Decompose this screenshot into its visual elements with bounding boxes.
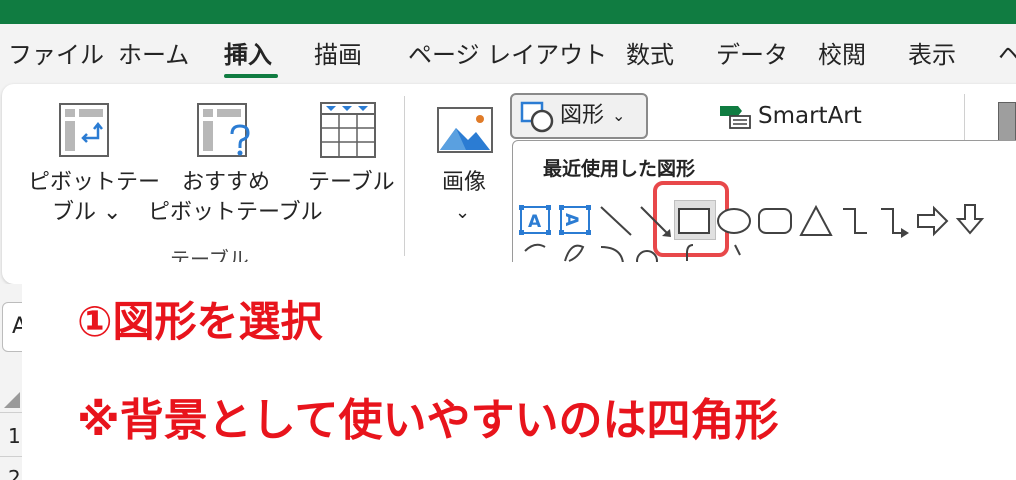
pivot-table-icon[interactable]	[54, 100, 114, 160]
arrow-line-shape-icon[interactable]	[640, 206, 671, 237]
picture-icon[interactable]	[436, 106, 494, 154]
textbox-glyph-v: A	[561, 213, 581, 227]
tab-data[interactable]: データ	[716, 40, 788, 70]
arc-shape-icon[interactable]	[600, 246, 624, 264]
shapes-icon	[520, 101, 554, 133]
textbox-vertical-icon[interactable]: A	[559, 205, 591, 235]
smartart-icon[interactable]	[718, 104, 754, 130]
right-arrow-shape-icon[interactable]	[917, 205, 949, 237]
tab-view[interactable]: 表示	[908, 40, 956, 70]
tab-formulas[interactable]: 数式	[626, 40, 674, 70]
oval-shape-icon[interactable]	[717, 208, 751, 234]
group-divider	[404, 96, 405, 256]
screenshot-icon[interactable]	[998, 102, 1016, 142]
bracket-shape-icon[interactable]	[734, 244, 741, 256]
tab-review[interactable]: 校閲	[818, 40, 866, 70]
active-tab-indicator	[224, 74, 278, 78]
freeform-shape-icon[interactable]	[524, 243, 546, 252]
recommended-pivot-label-2[interactable]: ピボットテーブル	[148, 198, 323, 228]
triangle-shape-icon[interactable]	[799, 204, 833, 236]
tab-help[interactable]: ヘ	[998, 40, 1016, 70]
ribbon-panel: ピボットテー ブル ⌄ おすすめ ピボットテーブル テーブル テーブル 画像 ⌄	[2, 84, 1016, 284]
textbox-glyph-h: A	[528, 212, 542, 232]
annotation-overlay: ①図形を選択 ※背景として使いやすいのは四角形	[22, 262, 1016, 480]
tab-draw[interactable]: 描画	[314, 40, 362, 70]
table-label[interactable]: テーブル	[308, 168, 395, 198]
row-divider	[0, 456, 22, 457]
image-label[interactable]: 画像	[442, 168, 486, 198]
tab-file[interactable]: ファイル	[8, 40, 104, 70]
table-icon[interactable]	[318, 100, 378, 160]
ribbon-tab-bar: ファイル ホーム 挿入 描画 ページ レイアウト 数式 データ 校閲 表示 ヘ	[0, 24, 1016, 84]
tab-page-layout[interactable]: ページ レイアウト	[408, 40, 607, 70]
shapes-label: 図形	[560, 103, 605, 128]
recommended-pivot-icon[interactable]	[194, 100, 258, 160]
smartart-label[interactable]: SmartArt	[758, 101, 862, 131]
annotation-step-1: ①図形を選択	[77, 297, 323, 346]
group-divider-right	[964, 94, 965, 140]
rounded-rectangle-shape-icon[interactable]	[758, 208, 792, 234]
elbow-connector-icon[interactable]	[843, 208, 867, 234]
shapes-dropdown-button[interactable]: 図形 ⌄	[510, 93, 648, 139]
select-all-corner[interactable]	[4, 392, 20, 408]
row-divider	[0, 412, 22, 413]
recommended-pivot-label-1[interactable]: おすすめ	[182, 168, 270, 198]
rectangle-shape-icon[interactable]	[678, 208, 710, 234]
pivot-table-label-1[interactable]: ピボットテー	[28, 168, 160, 198]
chevron-down-icon: ⌄	[612, 106, 626, 125]
row-header-1[interactable]: 1	[8, 424, 21, 448]
scribble-shape-icon[interactable]	[564, 244, 585, 262]
tab-home[interactable]: ホーム	[118, 40, 189, 70]
pivot-table-label-2[interactable]: ブル ⌄	[52, 198, 121, 228]
annotation-tip: ※背景として使いやすいのは四角形	[77, 395, 779, 446]
tab-insert[interactable]: 挿入	[224, 40, 272, 70]
title-bar	[0, 0, 1016, 24]
down-arrow-shape-icon[interactable]	[955, 204, 985, 235]
textbox-horizontal-icon[interactable]: A	[519, 205, 551, 235]
recent-shapes-heading: 最近使用した図形	[543, 158, 696, 180]
row-header-2[interactable]: 2	[8, 466, 21, 480]
image-chevron[interactable]: ⌄	[455, 198, 470, 228]
elbow-arrow-connector-icon[interactable]	[881, 208, 909, 238]
brace-shape-icon[interactable]	[686, 244, 694, 261]
line-shape-icon[interactable]	[600, 206, 632, 236]
